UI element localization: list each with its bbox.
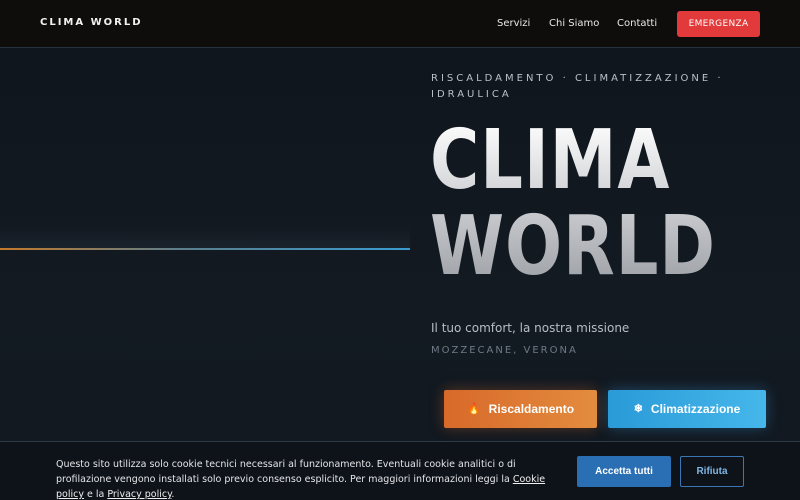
nav-link-contatti[interactable]: Contatti: [617, 18, 657, 29]
nav-link-servizi[interactable]: Servizi: [497, 18, 530, 29]
cooling-button[interactable]: ❄ Climatizzazione: [608, 390, 766, 428]
hero-title: CLIMA WORLD: [430, 118, 725, 290]
cooling-button-label: Climatizzazione: [650, 402, 741, 416]
cookie-text-part: Questo sito utilizza solo cookie tecnici…: [56, 459, 516, 485]
gradient-divider-line: [0, 248, 410, 250]
brand-logo[interactable]: CLIMA WORLD: [40, 17, 143, 28]
heating-button[interactable]: 🔥 Riscaldamento: [444, 390, 597, 428]
cookie-text-part: .: [171, 489, 175, 500]
cookie-banner-text: Questo sito utilizza solo cookie tecnici…: [56, 457, 556, 500]
flame-icon: 🔥: [466, 402, 481, 415]
cookie-text-part: e la: [83, 489, 108, 500]
hero-location: MOZZECANE, VERONA: [431, 345, 578, 356]
top-navbar: CLIMA WORLD Servizi Chi Siamo Contatti E…: [0, 0, 800, 48]
privacy-policy-link[interactable]: Privacy policy: [107, 489, 171, 500]
snowflake-icon: ❄: [633, 402, 643, 415]
accept-cookies-button[interactable]: Accetta tutti: [577, 456, 671, 487]
nav-link-chi-siamo[interactable]: Chi Siamo: [549, 18, 599, 29]
page: CLIMA WORLD Servizi Chi Siamo Contatti E…: [0, 0, 800, 500]
hero-title-line-1: CLIMA: [430, 113, 671, 208]
hero-tagline: RISCALDAMENTO · CLIMATIZZAZIONE · IDRAUL…: [431, 73, 724, 100]
reject-cookies-button[interactable]: Rifiuta: [680, 456, 744, 487]
hero-title-line-2: WORLD: [430, 199, 716, 294]
divider-glow: [0, 226, 410, 250]
emergency-button[interactable]: EMERGENZA: [677, 11, 760, 37]
hero-subtitle: Il tuo comfort, la nostra missione: [431, 321, 630, 335]
heating-button-label: Riscaldamento: [488, 402, 575, 416]
